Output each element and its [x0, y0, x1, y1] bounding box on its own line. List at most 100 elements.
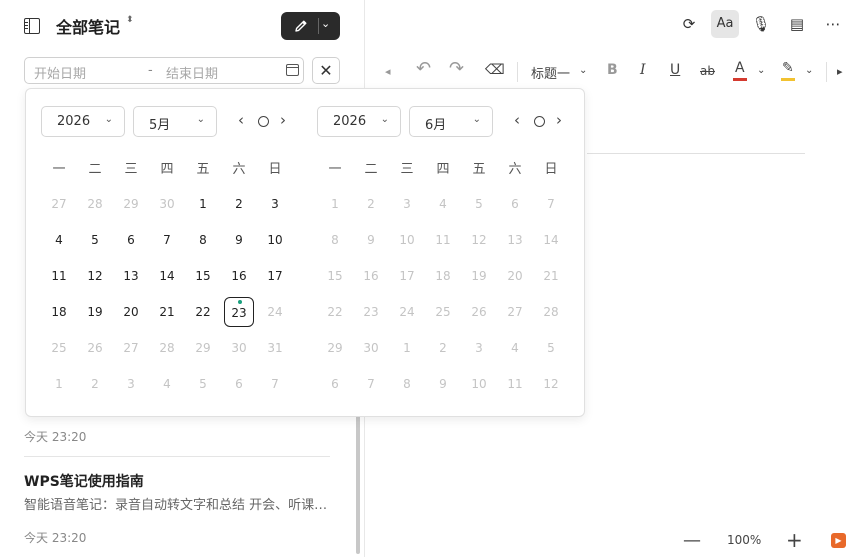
calendar-day[interactable]: 2	[224, 189, 254, 219]
calendar-day[interactable]: 1	[188, 189, 218, 219]
calendar-day[interactable]: 19	[80, 297, 110, 327]
calendar-day[interactable]: 29	[320, 333, 350, 363]
calendar-day[interactable]: 23	[356, 297, 386, 327]
underline-button[interactable]: U	[670, 62, 680, 78]
calendar-day[interactable]: 7	[536, 189, 566, 219]
calendar-day[interactable]: 2	[356, 189, 386, 219]
calendar-day[interactable]: 2	[428, 333, 458, 363]
calendar-day[interactable]: 8	[392, 369, 422, 399]
today-circle-icon[interactable]	[534, 116, 545, 127]
calendar-day[interactable]: 25	[44, 333, 74, 363]
sync-icon[interactable]: ⟳	[675, 10, 703, 38]
calendar-day[interactable]: 18	[44, 297, 74, 327]
redo-icon[interactable]: ↷	[449, 58, 464, 79]
calendar-day[interactable]: 26	[80, 333, 110, 363]
calendar-day[interactable]: 6	[116, 225, 146, 255]
calendar-day[interactable]: 12	[464, 225, 494, 255]
calendar-day[interactable]: 27	[116, 333, 146, 363]
page-title[interactable]: 全部笔记	[56, 14, 120, 38]
new-note-dropdown-icon[interactable]: ⌄	[321, 17, 330, 30]
note-title[interactable]: WPS笔记使用指南	[24, 471, 144, 491]
calendar-day[interactable]: 31	[260, 333, 290, 363]
calendar-day[interactable]: 7	[152, 225, 182, 255]
today-circle-icon[interactable]	[258, 116, 269, 127]
calendar-day[interactable]: 15	[320, 261, 350, 291]
strikethrough-button[interactable]: ab	[700, 64, 715, 78]
clear-filter-button[interactable]: ✕	[312, 57, 340, 84]
calendar-day[interactable]: 1	[44, 369, 74, 399]
heading-select[interactable]: 标题一	[531, 63, 570, 82]
calendar-day[interactable]: 1	[392, 333, 422, 363]
calendar-day[interactable]: 11	[428, 225, 458, 255]
calendar-day[interactable]: 6	[224, 369, 254, 399]
calendar-day[interactable]: 14	[536, 225, 566, 255]
calendar-day[interactable]: 20	[500, 261, 530, 291]
calendar-day[interactable]: 19	[464, 261, 494, 291]
calendar-day[interactable]: 22	[320, 297, 350, 327]
calendar-day[interactable]: 2	[80, 369, 110, 399]
calendar-day[interactable]: 26	[464, 297, 494, 327]
calendar-day[interactable]: 7	[356, 369, 386, 399]
italic-button[interactable]: I	[640, 62, 646, 78]
calendar-day[interactable]: 27	[44, 189, 74, 219]
calendar-day[interactable]: 27	[500, 297, 530, 327]
calendar-day[interactable]: 24	[392, 297, 422, 327]
next-month-icon[interactable]: ›	[556, 111, 562, 129]
calendar-day[interactable]: 4	[500, 333, 530, 363]
calendar-day[interactable]: 9	[224, 225, 254, 255]
zoom-in-button[interactable]: +	[786, 528, 803, 552]
date-range-input[interactable]: 开始日期 - 结束日期	[24, 57, 304, 84]
calendar-day[interactable]: 24	[260, 297, 290, 327]
calendar-day[interactable]: 9	[356, 225, 386, 255]
calendar-day[interactable]: 10	[260, 225, 290, 255]
sidebar-toggle-icon[interactable]	[24, 18, 40, 34]
calendar-day[interactable]: 14	[152, 261, 182, 291]
calendar-day[interactable]: 16	[224, 261, 254, 291]
calendar-day[interactable]: 8	[188, 225, 218, 255]
calendar-day[interactable]: 17	[260, 261, 290, 291]
calendar-day[interactable]: 10	[392, 225, 422, 255]
outline-icon[interactable]: ▤	[783, 10, 811, 38]
calendar-day[interactable]: 5	[536, 333, 566, 363]
calendar-day[interactable]: 13	[116, 261, 146, 291]
expand-toolbar-icon[interactable]: ▸	[837, 65, 843, 78]
zoom-out-button[interactable]: —	[683, 530, 701, 551]
assistant-badge-icon[interactable]: ▶	[831, 533, 846, 548]
next-month-icon[interactable]: ›	[280, 111, 286, 129]
font-color-button[interactable]: A	[735, 60, 745, 76]
calendar-day[interactable]: 16	[356, 261, 386, 291]
calendar-day[interactable]: 25	[428, 297, 458, 327]
note-snippet[interactable]: 智能语音笔记：录音自动转文字和总结 开会、听课…	[24, 494, 334, 513]
calendar-day[interactable]: 3	[116, 369, 146, 399]
clear-format-icon[interactable]: ⌫	[485, 62, 505, 78]
calendar-day[interactable]: 4	[44, 225, 74, 255]
calendar-day[interactable]: 9	[428, 369, 458, 399]
calendar-day[interactable]: 21	[536, 261, 566, 291]
calendar-day[interactable]: 5	[188, 369, 218, 399]
calendar-day[interactable]: 28	[536, 297, 566, 327]
year-select[interactable]: 2026 ⌄	[317, 106, 401, 137]
calendar-day[interactable]: 3	[464, 333, 494, 363]
calendar-day[interactable]: 5	[464, 189, 494, 219]
calendar-day[interactable]: 11	[44, 261, 74, 291]
bold-button[interactable]: B	[607, 62, 618, 78]
calendar-day[interactable]: 29	[116, 189, 146, 219]
calendar-day[interactable]: 18	[428, 261, 458, 291]
month-select[interactable]: 6月 ⌄	[409, 106, 493, 137]
zoom-level[interactable]: 100%	[727, 533, 761, 547]
start-date-placeholder[interactable]: 开始日期	[34, 63, 86, 82]
calendar-day[interactable]: 7	[260, 369, 290, 399]
calendar-day[interactable]: 28	[152, 333, 182, 363]
collapse-toolbar-icon[interactable]: ◂	[385, 65, 391, 78]
highlight-icon[interactable]: ✎	[782, 60, 794, 76]
calendar-day[interactable]: 6	[320, 369, 350, 399]
calendar-day[interactable]: 13	[500, 225, 530, 255]
new-note-button[interactable]: ⌄	[281, 12, 340, 40]
calendar-day[interactable]: 29	[188, 333, 218, 363]
month-select[interactable]: 5月 ⌄	[133, 106, 217, 137]
calendar-day[interactable]: 21	[152, 297, 182, 327]
calendar-day[interactable]: 4	[428, 189, 458, 219]
font-color-chevron-icon[interactable]: ⌄	[757, 65, 765, 76]
font-style-button[interactable]: Aa	[711, 10, 739, 38]
calendar-day[interactable]: 23	[224, 297, 254, 327]
